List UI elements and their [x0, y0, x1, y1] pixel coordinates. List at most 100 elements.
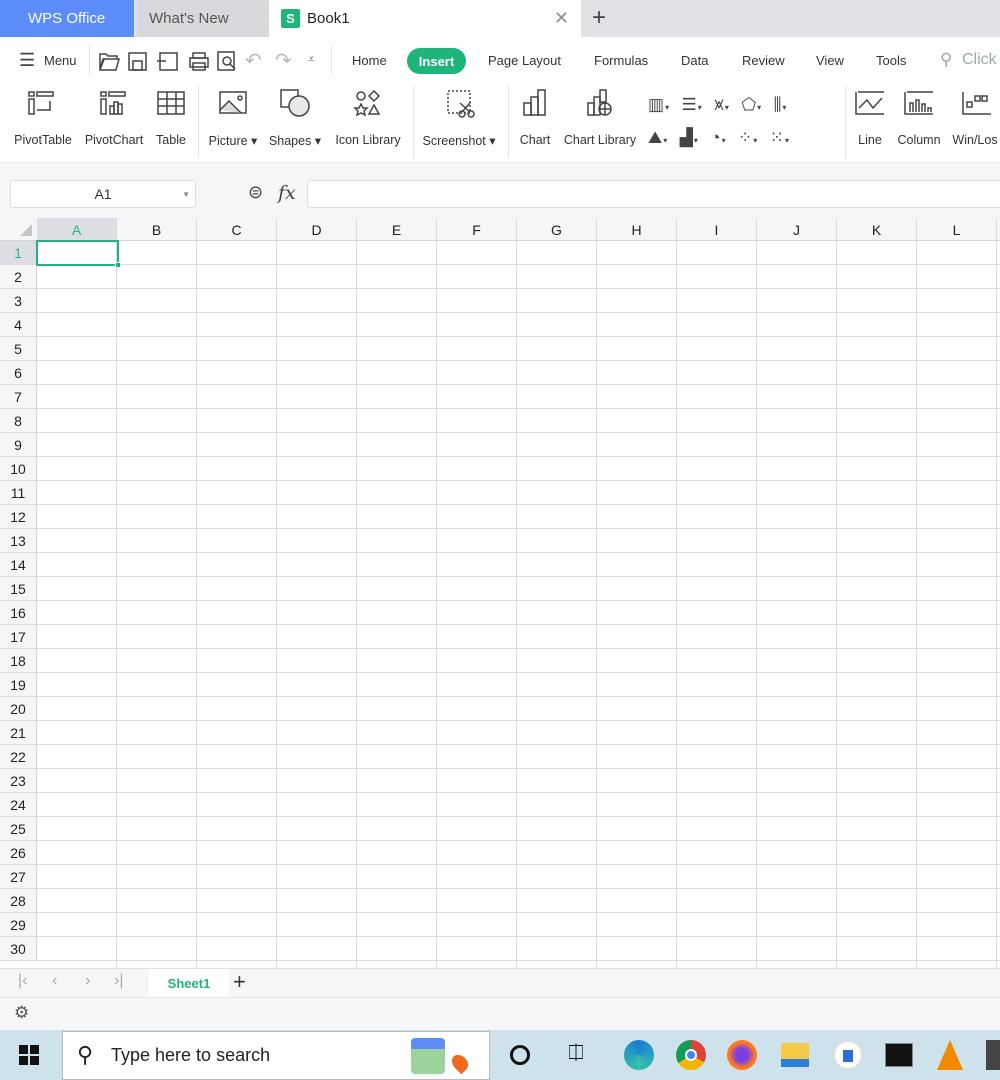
pivot-table-icon[interactable]: [27, 88, 57, 118]
print-preview-icon[interactable]: [217, 50, 237, 72]
menu-formulas[interactable]: Formulas: [594, 53, 648, 68]
sheet-tab-sheet1[interactable]: Sheet1: [149, 969, 229, 997]
row-header-30[interactable]: 30: [0, 937, 37, 961]
screenshot-button[interactable]: Screenshot ▾: [423, 133, 496, 148]
add-sheet-button[interactable]: +: [233, 969, 246, 995]
prev-sheet-icon[interactable]: ‹: [52, 972, 57, 990]
column-header-h[interactable]: H: [597, 218, 677, 241]
column-header-d[interactable]: D: [277, 218, 357, 241]
shapes-button[interactable]: Shapes ▾: [269, 133, 321, 148]
firefox-icon[interactable]: [727, 1040, 757, 1070]
menu-data[interactable]: Data: [681, 53, 708, 68]
sparkline-column-button[interactable]: Column: [897, 133, 940, 147]
line-chart-icon[interactable]: ⩙▾: [714, 95, 730, 114]
taskbar-search-input[interactable]: ⚲ Type here to search: [62, 1031, 490, 1080]
tab-wps-office[interactable]: WPS Office: [0, 0, 134, 37]
terminal-icon[interactable]: [885, 1043, 913, 1067]
bubble-chart-icon[interactable]: ⁙▾: [770, 128, 790, 147]
row-header-8[interactable]: 8: [0, 409, 37, 433]
pivot-chart-icon[interactable]: [99, 88, 129, 118]
column-header-f[interactable]: F: [437, 218, 517, 241]
fx-icon[interactable]: fx: [278, 182, 296, 204]
file-explorer-icon[interactable]: [781, 1043, 809, 1067]
last-sheet-icon[interactable]: ›|: [114, 972, 123, 990]
column-header-l[interactable]: L: [917, 218, 997, 241]
pivot-table-button[interactable]: PivotTable: [14, 133, 72, 147]
chart-library-button[interactable]: Chart Library: [564, 133, 636, 147]
column-header-e[interactable]: E: [357, 218, 437, 241]
next-sheet-icon[interactable]: ›: [85, 972, 90, 990]
name-box[interactable]: A1 ▼: [10, 180, 196, 208]
row-header-6[interactable]: 6: [0, 361, 37, 385]
menu-view[interactable]: View: [816, 53, 844, 68]
row-header-29[interactable]: 29: [0, 913, 37, 937]
column-header-c[interactable]: C: [197, 218, 277, 241]
pivot-chart-button[interactable]: PivotChart: [85, 133, 143, 147]
column-header-k[interactable]: K: [837, 218, 917, 241]
cortana-icon[interactable]: [510, 1045, 530, 1065]
chart-library-icon[interactable]: [585, 88, 615, 118]
zoom-formula-icon[interactable]: ⊜: [248, 182, 263, 203]
redo-icon[interactable]: ↷: [275, 48, 292, 73]
chart-button[interactable]: Chart: [520, 133, 551, 147]
row-header-21[interactable]: 21: [0, 721, 37, 745]
combo-chart-icon[interactable]: ▟▾: [680, 128, 699, 147]
hamburger-icon[interactable]: ☰: [19, 50, 35, 71]
customize-toolbar-icon[interactable]: ⩡: [308, 52, 315, 67]
sparkline-win-loss-icon[interactable]: [961, 88, 993, 118]
row-header-15[interactable]: 15: [0, 577, 37, 601]
menu-page-layout[interactable]: Page Layout: [488, 53, 561, 68]
shapes-icon[interactable]: [279, 88, 313, 118]
column-chart-icon[interactable]: ▥▾: [648, 95, 670, 114]
row-header-16[interactable]: 16: [0, 601, 37, 625]
row-header-12[interactable]: 12: [0, 505, 37, 529]
row-header-11[interactable]: 11: [0, 481, 37, 505]
selected-cell-a1[interactable]: [36, 240, 119, 266]
search-icon[interactable]: ⚲: [940, 50, 952, 70]
menu-review[interactable]: Review: [742, 53, 785, 68]
row-header-10[interactable]: 10: [0, 457, 37, 481]
menu-button[interactable]: Menu: [44, 53, 77, 68]
task-view-icon[interactable]: ⎅: [568, 1042, 584, 1065]
formula-input[interactable]: [307, 180, 1000, 208]
row-header-5[interactable]: 5: [0, 337, 37, 361]
column-header-b[interactable]: B: [117, 218, 197, 241]
row-header-28[interactable]: 28: [0, 889, 37, 913]
row-header-2[interactable]: 2: [0, 265, 37, 289]
row-header-9[interactable]: 9: [0, 433, 37, 457]
sparkline-win-loss-button[interactable]: Win/Los: [952, 133, 997, 147]
edge-icon[interactable]: [624, 1040, 654, 1070]
row-header-4[interactable]: 4: [0, 313, 37, 337]
table-icon[interactable]: [156, 88, 186, 118]
row-header-7[interactable]: 7: [0, 385, 37, 409]
row-header-14[interactable]: 14: [0, 553, 37, 577]
macro-icon[interactable]: ⚙: [14, 1003, 29, 1023]
scatter-chart-icon[interactable]: ⁘▾: [738, 128, 758, 147]
print-icon[interactable]: [189, 52, 209, 71]
screenshot-icon[interactable]: [445, 88, 475, 118]
row-header-3[interactable]: 3: [0, 289, 37, 313]
radar-chart-icon[interactable]: ⬠▾: [741, 95, 762, 114]
picture-icon[interactable]: [218, 88, 248, 118]
menu-home[interactable]: Home: [352, 53, 387, 68]
column-header-a[interactable]: A: [37, 218, 117, 241]
sparkline-column-icon[interactable]: [903, 88, 935, 118]
row-header-24[interactable]: 24: [0, 793, 37, 817]
row-header-22[interactable]: 22: [0, 745, 37, 769]
row-header-13[interactable]: 13: [0, 529, 37, 553]
pie-chart-icon[interactable]: ◔▾: [710, 128, 726, 147]
tab-book1[interactable]: S Book1 ✕: [269, 0, 581, 37]
cell-grid[interactable]: [37, 241, 1000, 968]
table-button[interactable]: Table: [156, 133, 186, 147]
row-header-1[interactable]: 1: [0, 241, 37, 265]
picture-button[interactable]: Picture ▾: [209, 133, 258, 148]
row-header-19[interactable]: 19: [0, 673, 37, 697]
fill-handle[interactable]: [115, 262, 121, 268]
row-header-27[interactable]: 27: [0, 865, 37, 889]
open-folder-icon[interactable]: [99, 53, 120, 71]
vlc-icon[interactable]: [937, 1040, 963, 1070]
area-chart-icon[interactable]: ⛰▾: [648, 128, 668, 147]
row-header-17[interactable]: 17: [0, 625, 37, 649]
close-icon[interactable]: ✕: [554, 8, 569, 29]
icon-library-button[interactable]: Icon Library: [335, 133, 400, 147]
